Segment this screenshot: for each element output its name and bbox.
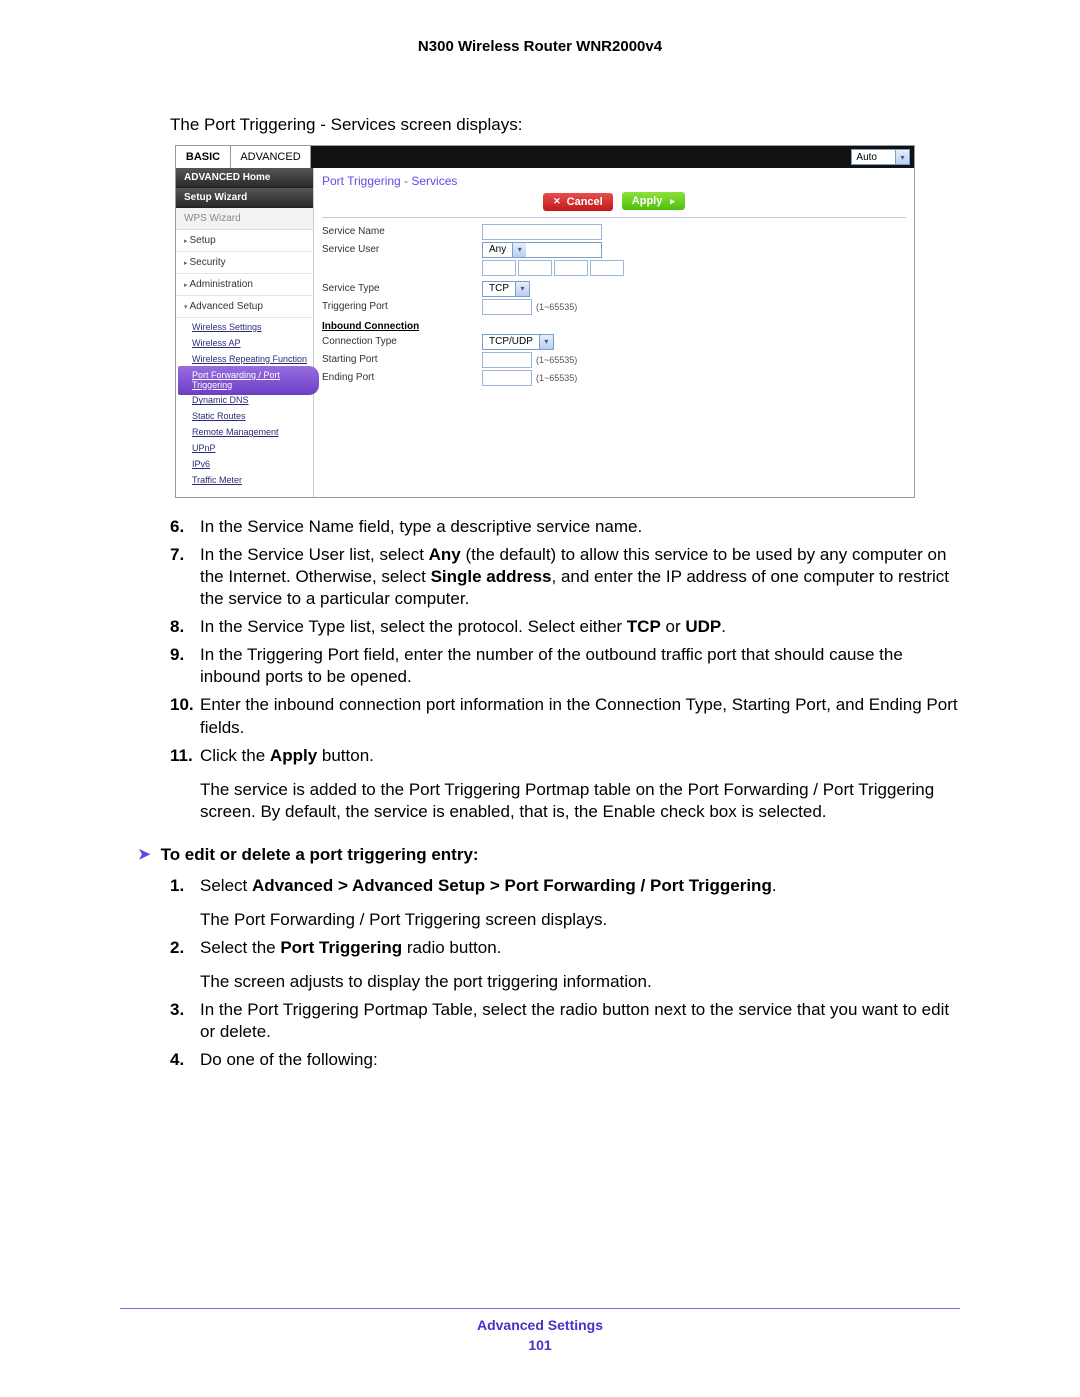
instruction-list-b: 1. Select Advanced > Advanced Setup > Po…	[170, 875, 960, 1072]
ip-address-inputs[interactable]	[482, 260, 624, 276]
chevron-down-icon: ▾	[895, 150, 909, 164]
port-range-hint: (1~65535)	[536, 302, 577, 312]
instruction-list-a: 6.In the Service Name field, type a desc…	[170, 516, 960, 823]
arrow-right-icon: ➤	[138, 845, 151, 865]
port-range-hint: (1~65535)	[536, 355, 577, 365]
intro-text: The Port Triggering - Services screen di…	[170, 115, 960, 135]
close-icon: ✕	[553, 196, 561, 207]
page-footer: Advanced Settings 101	[120, 1308, 960, 1353]
arrow-right-icon: ▸	[670, 196, 675, 207]
sub-port-forwarding[interactable]: Port Forwarding / Port Triggering	[192, 368, 313, 394]
router-screenshot: BASIC ADVANCED Auto ▾ ADVANCED Home Setu…	[175, 145, 915, 498]
service-name-input[interactable]	[482, 224, 602, 240]
sub-wireless-ap[interactable]: Wireless AP	[192, 336, 313, 352]
port-range-hint: (1~65535)	[536, 373, 577, 383]
sub-upnp[interactable]: UPnP	[192, 441, 313, 457]
service-user-select[interactable]: Any ▾	[482, 242, 602, 258]
label-triggering-port: Triggering Port	[322, 301, 482, 312]
sidebar-item-setup[interactable]: ▸Setup	[176, 230, 313, 252]
panel-title: Port Triggering - Services	[322, 174, 906, 188]
label-connection-type: Connection Type	[322, 336, 482, 347]
tab-advanced[interactable]: ADVANCED	[231, 146, 311, 168]
sidebar: ADVANCED Home Setup Wizard WPS Wizard ▸S…	[176, 168, 314, 497]
ending-port-input[interactable]	[482, 370, 532, 386]
chevron-down-icon: ▾	[539, 335, 553, 349]
label-service-name: Service Name	[322, 226, 482, 237]
footer-section: Advanced Settings	[120, 1317, 960, 1333]
starting-port-input[interactable]	[482, 352, 532, 368]
sub-traffic-meter[interactable]: Traffic Meter	[192, 473, 313, 489]
sidebar-item-adv-home[interactable]: ADVANCED Home	[176, 168, 313, 188]
sidebar-item-advanced-setup[interactable]: ▾Advanced Setup	[176, 296, 313, 318]
doc-header: N300 Wireless Router WNR2000v4	[120, 38, 960, 55]
connection-type-select[interactable]: TCP/UDP ▾	[482, 334, 554, 350]
sidebar-item-setup-wizard[interactable]: Setup Wizard	[176, 188, 313, 208]
service-type-select[interactable]: TCP ▾	[482, 281, 530, 297]
auto-dropdown[interactable]: Auto ▾	[851, 149, 910, 165]
sidebar-item-wps-wizard[interactable]: WPS Wizard	[176, 208, 313, 230]
label-ending-port: Ending Port	[322, 372, 482, 383]
inbound-connection-heading: Inbound Connection	[322, 321, 906, 332]
label-service-user: Service User	[322, 244, 482, 255]
chevron-down-icon: ▾	[512, 243, 526, 257]
label-starting-port: Starting Port	[322, 354, 482, 365]
procedure-heading: ➤ To edit or delete a port triggering en…	[138, 845, 960, 865]
sub-static-routes[interactable]: Static Routes	[192, 409, 313, 425]
chevron-down-icon: ▾	[515, 282, 529, 296]
sub-wireless-settings[interactable]: Wireless Settings	[192, 320, 313, 336]
triggering-port-input[interactable]	[482, 299, 532, 315]
tab-basic[interactable]: BASIC	[176, 146, 231, 168]
auto-label: Auto	[852, 152, 895, 163]
sub-remote-mgmt[interactable]: Remote Management	[192, 425, 313, 441]
footer-page-number: 101	[120, 1337, 960, 1353]
cancel-button[interactable]: ✕Cancel	[543, 193, 613, 211]
sub-dynamic-dns[interactable]: Dynamic DNS	[192, 393, 313, 409]
sidebar-item-administration[interactable]: ▸Administration	[176, 274, 313, 296]
sidebar-item-security[interactable]: ▸Security	[176, 252, 313, 274]
apply-button[interactable]: Apply▸	[622, 192, 685, 210]
sub-ipv6[interactable]: IPv6	[192, 457, 313, 473]
label-service-type: Service Type	[322, 283, 482, 294]
